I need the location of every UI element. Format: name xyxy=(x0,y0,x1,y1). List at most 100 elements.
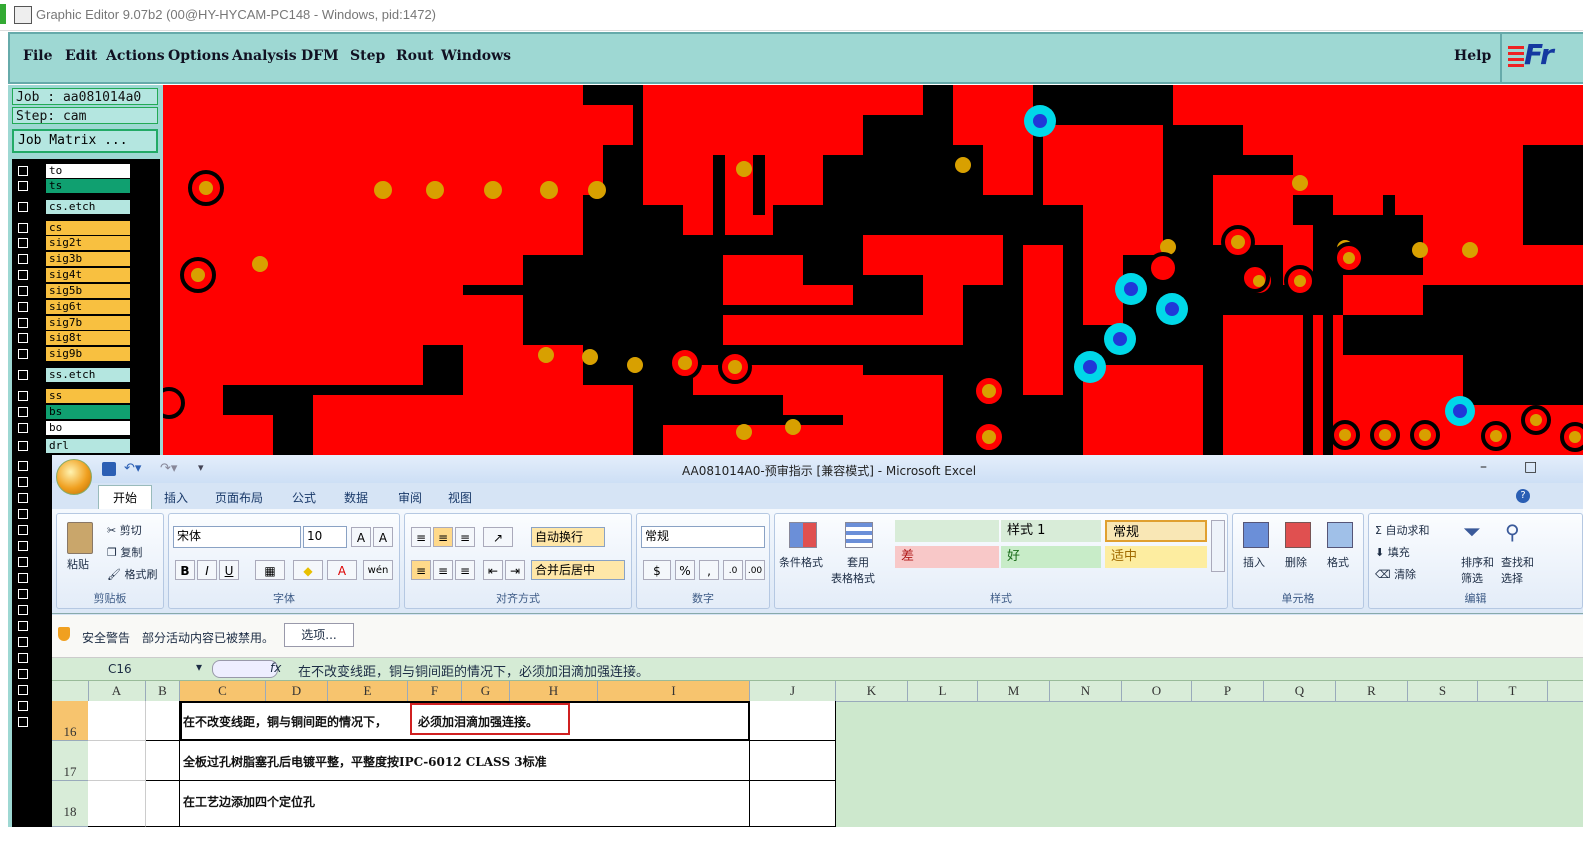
layer-checkbox[interactable] xyxy=(18,254,28,264)
col-header-d[interactable]: D xyxy=(266,681,328,701)
layer-row-bo[interactable]: bo xyxy=(12,421,160,436)
col-header-j[interactable]: J xyxy=(750,681,836,701)
styles-scroll[interactable] xyxy=(1211,520,1225,572)
col-header-f[interactable]: F xyxy=(408,681,462,701)
layer-row-sig3b[interactable]: sig3b xyxy=(12,252,160,267)
align-right-button[interactable]: ≡ xyxy=(455,560,475,580)
layer-row-ts[interactable]: ts xyxy=(12,179,160,194)
qat-customize-icon[interactable]: ▾ xyxy=(198,461,204,474)
col-header-s[interactable]: S xyxy=(1408,681,1478,701)
font-color-button[interactable]: A xyxy=(327,560,357,580)
name-box[interactable]: C16 xyxy=(108,662,132,676)
layer-checkbox[interactable] xyxy=(18,701,28,711)
layer-checkbox[interactable] xyxy=(18,333,28,343)
layer-row-to[interactable]: to xyxy=(12,164,160,179)
col-header-t[interactable]: T xyxy=(1478,681,1548,701)
redo-icon[interactable]: ↷▾ xyxy=(160,461,177,476)
cell-j16[interactable] xyxy=(750,701,836,741)
col-header-p[interactable]: P xyxy=(1192,681,1264,701)
security-options-button[interactable]: 选项... xyxy=(284,623,354,647)
layer-checkbox[interactable] xyxy=(18,286,28,296)
menu-windows[interactable]: Windows xyxy=(441,48,511,64)
layer-checkbox[interactable] xyxy=(18,669,28,679)
layer-checkbox[interactable] xyxy=(18,717,28,727)
pcb-canvas[interactable] xyxy=(163,85,1583,455)
col-header-a[interactable]: A xyxy=(88,681,146,701)
cell-b17[interactable] xyxy=(146,741,180,781)
menu-edit[interactable]: Edit xyxy=(65,48,97,64)
layer-checkbox[interactable] xyxy=(18,509,28,519)
row-header-18[interactable]: 18 xyxy=(52,781,88,827)
layer-checkbox[interactable] xyxy=(18,166,28,176)
undo-icon[interactable]: ↶▾ xyxy=(124,461,141,476)
layer-checkbox[interactable] xyxy=(18,653,28,663)
currency-button[interactable]: $ xyxy=(643,560,671,580)
layer-checkbox[interactable] xyxy=(18,370,28,380)
col-header-i[interactable]: I xyxy=(598,681,750,701)
layer-row-ss[interactable]: ss xyxy=(12,389,160,404)
increase-decimal-button[interactable]: .0 xyxy=(723,560,743,580)
help-icon[interactable]: ? xyxy=(1516,489,1530,503)
percent-button[interactable]: % xyxy=(675,560,695,580)
layer-row-sig7b[interactable]: sig7b xyxy=(12,316,160,331)
tab-page-layout[interactable]: 页面布局 xyxy=(215,489,263,506)
cell-j17[interactable] xyxy=(750,741,836,781)
layer-checkbox[interactable] xyxy=(18,302,28,312)
paste-button[interactable]: 粘贴 xyxy=(67,556,89,572)
style-good[interactable]: 好 xyxy=(1001,546,1101,568)
bold-button[interactable]: B xyxy=(175,560,195,580)
autosum-button[interactable]: Σ 自动求和 xyxy=(1375,522,1429,538)
col-header-n[interactable]: N xyxy=(1050,681,1122,701)
layer-row-sig4t[interactable]: sig4t xyxy=(12,268,160,283)
border-button[interactable]: ▦ xyxy=(255,560,285,580)
font-name-select[interactable]: 宋体 xyxy=(173,526,301,548)
conditional-format-button[interactable]: 条件格式 xyxy=(779,554,823,570)
fill-button[interactable]: ⬇ 填充 xyxy=(1375,544,1410,560)
format-painter-button[interactable]: 🖌 格式刷 xyxy=(107,566,157,582)
tab-insert[interactable]: 插入 xyxy=(164,489,188,506)
layer-checkbox[interactable] xyxy=(18,270,28,280)
table-format-button-1[interactable]: 套用 xyxy=(847,554,869,570)
layer-row-drl[interactable]: drl xyxy=(12,439,160,454)
col-header-g[interactable]: G xyxy=(462,681,510,701)
align-middle-button[interactable]: ≡ xyxy=(433,527,453,547)
italic-button[interactable]: I xyxy=(197,560,217,580)
col-header-r[interactable]: R xyxy=(1336,681,1408,701)
tab-home[interactable]: 开始 xyxy=(98,485,153,509)
layer-checkbox[interactable] xyxy=(18,477,28,487)
layer-checkbox[interactable] xyxy=(18,407,28,417)
layer-checkbox[interactable] xyxy=(18,202,28,212)
maximize-icon[interactable]: □ xyxy=(1524,459,1537,475)
col-header-l[interactable]: L xyxy=(908,681,978,701)
find-select-button-1[interactable]: 查找和 xyxy=(1501,554,1534,570)
font-size-select[interactable]: 10 xyxy=(303,526,347,548)
style-bad[interactable]: 差 xyxy=(895,546,999,568)
layer-checkbox[interactable] xyxy=(18,223,28,233)
format-button[interactable]: 格式 xyxy=(1327,554,1349,570)
cut-button[interactable]: ✂ 剪切 xyxy=(107,522,142,538)
layer-checkbox[interactable] xyxy=(18,318,28,328)
col-header-e[interactable]: E xyxy=(328,681,408,701)
find-select-button-2[interactable]: 选择 xyxy=(1501,570,1523,586)
table-format-button-2[interactable]: 表格格式 xyxy=(831,570,875,586)
layer-row-sig9b[interactable]: sig9b xyxy=(12,347,160,362)
cell-b16[interactable] xyxy=(146,701,180,741)
layer-checkbox[interactable] xyxy=(18,493,28,503)
layer-row-sig5b[interactable]: sig5b xyxy=(12,284,160,299)
cell-a17[interactable] xyxy=(88,741,146,781)
layer-row-bs[interactable]: bs xyxy=(12,405,160,420)
menu-rout[interactable]: Rout xyxy=(396,48,434,64)
layer-checkbox[interactable] xyxy=(18,423,28,433)
fx-icon[interactable]: fx xyxy=(270,661,281,675)
layer-checkbox[interactable] xyxy=(18,573,28,583)
layer-checkbox[interactable] xyxy=(18,391,28,401)
select-all[interactable] xyxy=(52,681,89,701)
cell-j18[interactable] xyxy=(750,781,836,827)
layer-checkbox[interactable] xyxy=(18,181,28,191)
orientation-button[interactable]: ↗ xyxy=(483,527,513,547)
copy-button[interactable]: ❐ 复制 xyxy=(107,544,142,560)
tab-data[interactable]: 数据 xyxy=(344,489,368,506)
fill-color-button[interactable]: ◆ xyxy=(293,560,323,580)
sort-filter-button-2[interactable]: 筛选 xyxy=(1461,570,1483,586)
layer-row-sig6t[interactable]: sig6t xyxy=(12,300,160,315)
